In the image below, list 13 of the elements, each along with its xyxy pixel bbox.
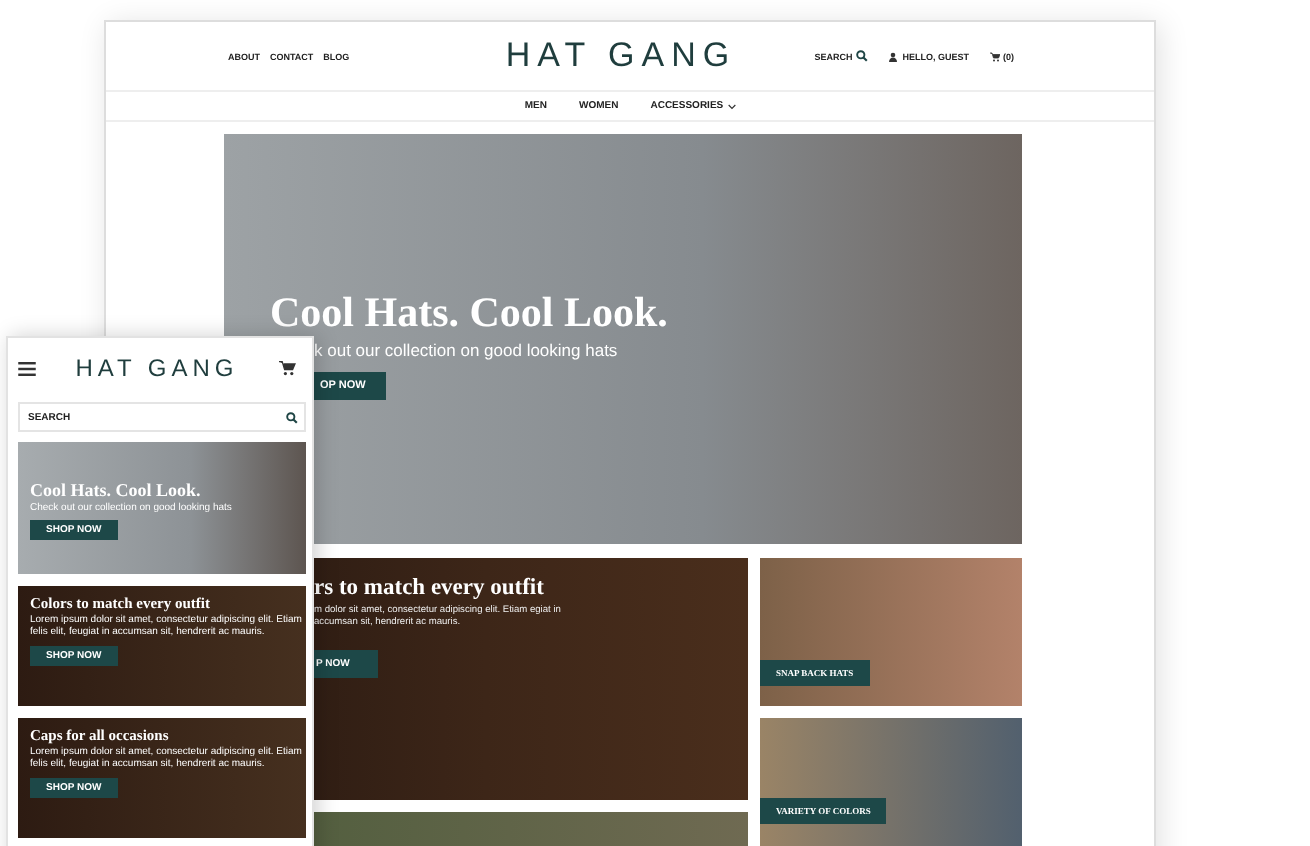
site-logo[interactable]: HAT GANG bbox=[75, 354, 239, 382]
site-logo[interactable]: HAT GANG bbox=[505, 36, 737, 76]
hero-title: Cool Hats. Cool Look. bbox=[270, 290, 668, 334]
search-icon bbox=[856, 50, 869, 62]
user-icon bbox=[888, 51, 899, 61]
menu-icon[interactable] bbox=[18, 361, 36, 375]
promo-title: rs to match every outfit bbox=[314, 576, 544, 600]
caret-icon bbox=[727, 103, 736, 109]
hero-subtitle: k out our collection on good looking hats bbox=[314, 340, 618, 360]
cart-icon bbox=[989, 51, 999, 61]
cart-icon[interactable] bbox=[277, 360, 296, 376]
search-icon[interactable] bbox=[286, 411, 298, 423]
banner-title: Cool Hats. Cool Look. bbox=[30, 480, 201, 500]
